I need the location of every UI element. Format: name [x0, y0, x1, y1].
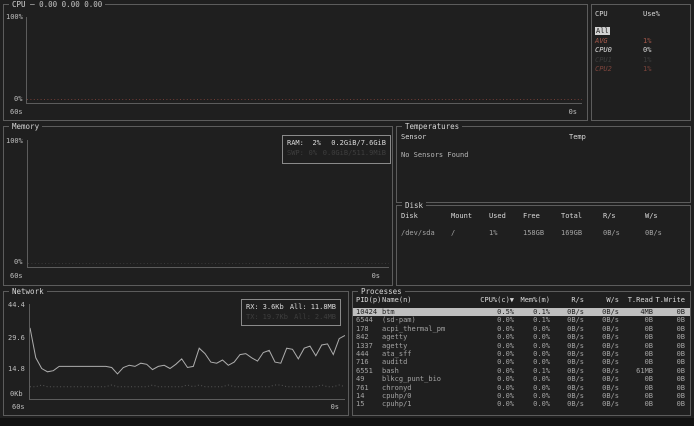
process-row[interactable]: 178acpi_thermal_pm0.0%0.0%0B/s0B/s0B0B	[353, 325, 690, 333]
cpu-legend-row[interactable]: All	[595, 27, 687, 37]
disk-row[interactable]: /dev/sda/1%158GB169GB0B/s0B/s	[401, 229, 686, 238]
disk-rows: /dev/sda/1%158GB169GB0B/s0B/s	[397, 220, 690, 238]
cpu-legend-panel[interactable]: CPU Use% AllAVG1%CPU00%CPU11%CPU21%	[591, 4, 691, 121]
disk-header-used: Used	[489, 212, 523, 220]
process-row[interactable]: 15cpuhp/10.0%0.0%0B/s0B/s0B0B	[353, 400, 690, 408]
network-title-label: Network	[12, 287, 44, 296]
process-row[interactable]: 6551bash0.0%0.1%0B/s0B/s61MB0B	[353, 367, 690, 375]
disk-header-mount: Mount	[451, 212, 489, 220]
temperatures-title-label: Temperatures	[405, 122, 459, 131]
cpu-load-average: ─ 0.00 0.00 0.00	[30, 0, 102, 9]
memory-x-right-label: 0s	[372, 272, 380, 280]
disk-header-free: Free	[523, 212, 561, 220]
disk-header-ws: W/s	[645, 212, 686, 220]
cpu-y-max-label: 100%	[6, 13, 23, 21]
memory-title-label: Memory	[12, 122, 39, 131]
processes-header-tread[interactable]: T.Read	[619, 296, 653, 304]
process-row[interactable]: 49blkcg_punt_bio0.0%0.0%0B/s0B/s0B0B	[353, 375, 690, 383]
process-row[interactable]: 761chronyd0.0%0.0%0B/s0B/s0B0B	[353, 384, 690, 392]
cpu-legend-row[interactable]: CPU00%	[595, 46, 687, 56]
terminal-bottom-strip	[0, 418, 694, 426]
cpu-panel[interactable]: CPU ─ 0.00 0.00 0.00 100% 0% 60s 0s	[3, 4, 588, 121]
process-row[interactable]: 716auditd0.0%0.0%0B/s0B/s0B0B	[353, 358, 690, 366]
process-row[interactable]: 10424btm0.5%0.1%0B/s0B/s4MB0B	[353, 308, 690, 316]
cpu-title-label: CPU	[12, 0, 26, 9]
disk-panel-title: Disk	[402, 201, 426, 210]
process-row[interactable]: 842agetty0.0%0.0%0B/s0B/s0B0B	[353, 333, 690, 341]
cpu-legend-row[interactable]: CPU21%	[595, 65, 687, 75]
network-x-left-label: 60s	[12, 403, 25, 411]
cpu-chart	[26, 17, 582, 104]
processes-header-ws[interactable]: W/s	[584, 296, 619, 304]
process-row[interactable]: 14cpuhp/00.0%0.0%0B/s0B/s0B0B	[353, 392, 690, 400]
processes-header-pid[interactable]: PID(p)	[356, 296, 382, 304]
cpu-legend-row[interactable]: AVG1%	[595, 37, 687, 47]
network-legend-box: RX:3.6KbAll:11.8MB TX:19.7KbAll:2.4MB	[241, 299, 341, 326]
processes-panel[interactable]: Processes PID(p) Name(n) CPU%(c)▼ Mem%(m…	[352, 291, 691, 416]
disk-header-rs: R/s	[603, 212, 645, 220]
memory-legend-box: RAM:2%0.2GiB/7.6GiB SWP:0%0.0GiB/511.9Mi…	[282, 135, 391, 164]
network-rx-line: RX:3.6KbAll:11.8MB	[246, 302, 336, 312]
memory-panel[interactable]: Memory 100% 0% 60s 0s RAM:2%0.2GiB/7.6Gi…	[3, 126, 393, 286]
memory-y-min-label: 0%	[14, 258, 22, 266]
cpu-y-min-label: 0%	[14, 95, 22, 103]
temperatures-header-sensor: Sensor	[401, 133, 569, 141]
cpu-x-left-label: 60s	[10, 108, 23, 116]
network-y-label-2: 14.8	[8, 365, 25, 373]
cpu-x-right-label: 0s	[569, 108, 577, 116]
processes-header-cpu-sort[interactable]: CPU%(c)▼	[474, 296, 514, 304]
processes-header-rs[interactable]: R/s	[550, 296, 584, 304]
network-y-label-0: 44.4	[8, 301, 25, 309]
cpu-legend-header-name: CPU	[595, 10, 643, 18]
temperatures-panel-title: Temperatures	[402, 122, 462, 131]
temperatures-panel[interactable]: Temperatures Sensor Temp No Sensors Foun…	[396, 126, 691, 203]
disk-header-total: Total	[561, 212, 603, 220]
cpu-legend-header: CPU Use%	[592, 5, 690, 18]
memory-ram-line: RAM:2%0.2GiB/7.6GiB	[287, 138, 386, 148]
processes-title-label: Processes	[361, 287, 402, 296]
memory-swap-line: SWP:0%0.0GiB/511.9MiB	[287, 148, 386, 158]
terminal-screen: CPU ─ 0.00 0.00 0.00 100% 0% 60s 0s CPU …	[0, 0, 694, 418]
cpu-legend-header-use: Use%	[643, 10, 660, 18]
process-row[interactable]: 6544(sd-pam)0.0%0.1%0B/s0B/s0B0B	[353, 316, 690, 324]
network-x-right-label: 0s	[331, 403, 339, 411]
network-y-label-1: 29.6	[8, 334, 25, 342]
process-rows: 10424btm0.5%0.1%0B/s0B/s4MB0B6544(sd-pam…	[353, 304, 690, 409]
disk-header: Disk Mount Used Free Total R/s W/s	[397, 206, 690, 220]
process-row[interactable]: 444ata_sff0.0%0.0%0B/s0B/s0B0B	[353, 350, 690, 358]
network-panel-title: Network	[9, 287, 47, 296]
processes-header-mem[interactable]: Mem%(m)	[514, 296, 550, 304]
network-panel[interactable]: Network 44.4 29.6 14.8 0Kb 60s 0s RX:3.6…	[3, 291, 349, 416]
network-y-label-3: 0Kb	[10, 390, 23, 398]
network-tx-line: TX:19.7KbAll:2.4MB	[246, 312, 336, 322]
cpu-legend-rows: AllAVG1%CPU00%CPU11%CPU21%	[592, 18, 690, 75]
memory-panel-title: Memory	[9, 122, 42, 131]
memory-y-max-label: 100%	[6, 137, 23, 145]
cpu-panel-title: CPU ─ 0.00 0.00 0.00	[9, 0, 105, 9]
processes-header-twrite[interactable]: T.Write	[653, 296, 685, 304]
temperatures-header-temp: Temp	[569, 133, 586, 141]
disk-title-label: Disk	[405, 201, 423, 210]
disk-panel[interactable]: Disk Disk Mount Used Free Total R/s W/s …	[396, 205, 691, 286]
process-row[interactable]: 1337agetty0.0%0.0%0B/s0B/s0B0B	[353, 342, 690, 350]
temperatures-empty-message: No Sensors Found	[397, 141, 690, 159]
processes-panel-title: Processes	[358, 287, 405, 296]
cpu-legend-row[interactable]: CPU11%	[595, 56, 687, 66]
processes-header-name[interactable]: Name(n)	[382, 296, 474, 304]
disk-header-disk: Disk	[401, 212, 451, 220]
memory-x-left-label: 60s	[10, 272, 23, 280]
